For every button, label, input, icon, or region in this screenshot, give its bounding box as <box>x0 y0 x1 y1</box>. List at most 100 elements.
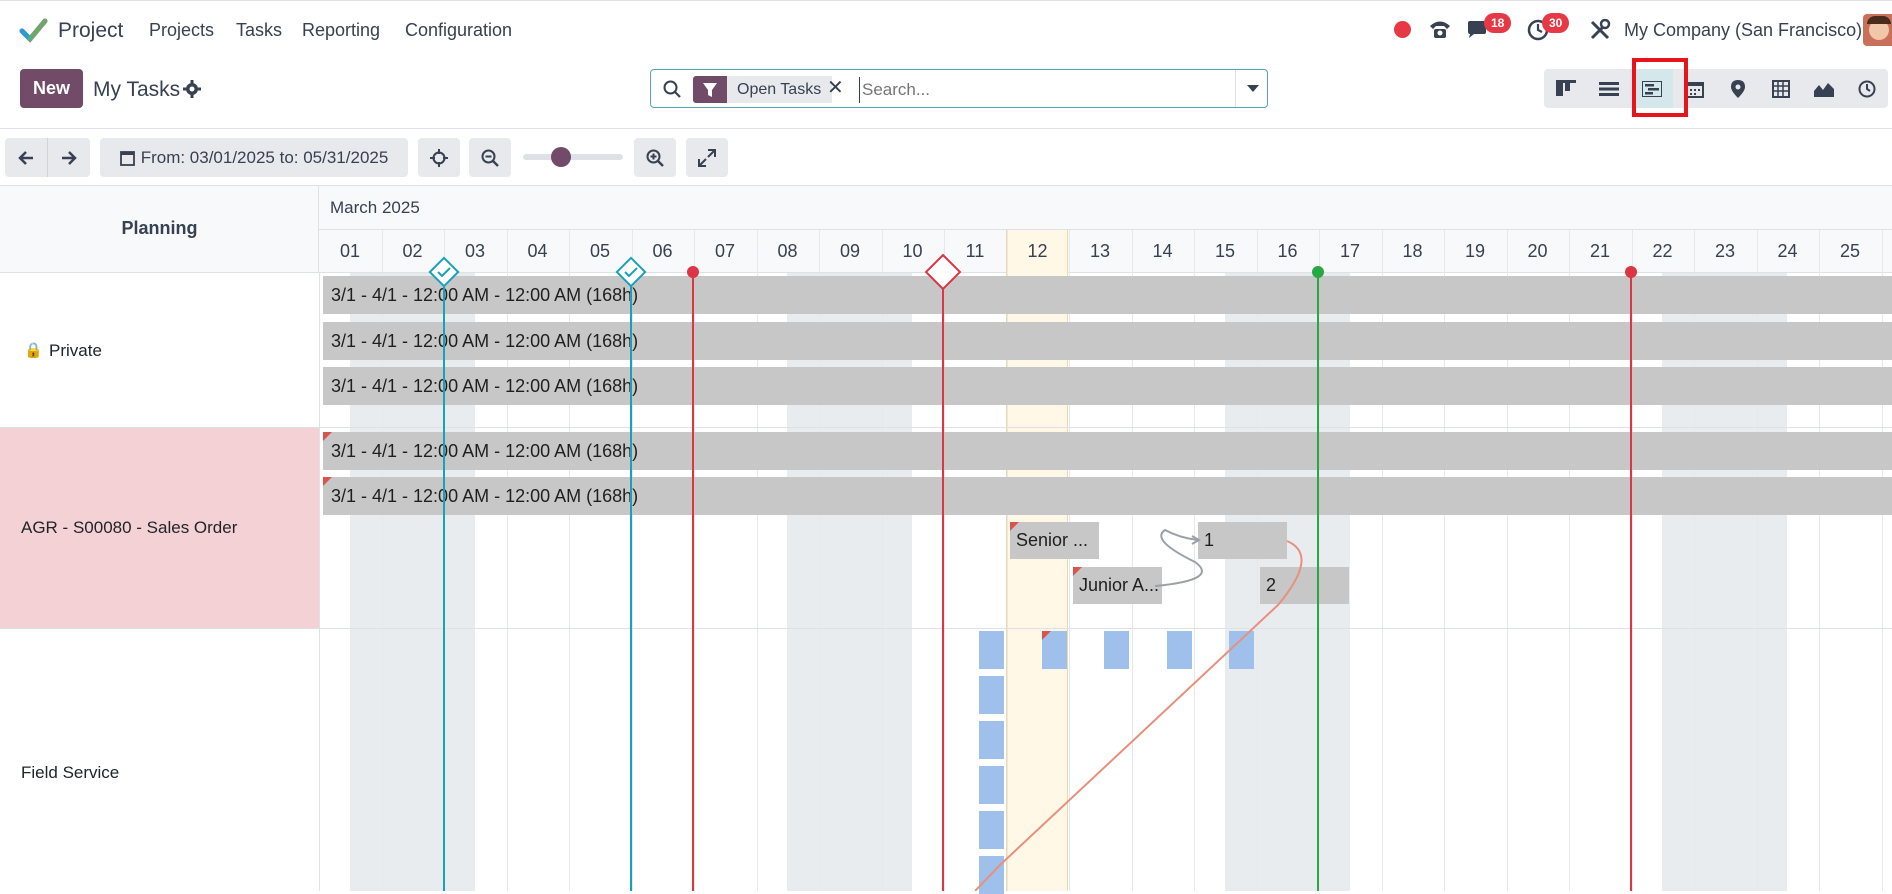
gantt-pill-blue[interactable] <box>1167 631 1192 669</box>
search-input[interactable] <box>859 77 1264 103</box>
app-name[interactable]: Project <box>58 19 123 43</box>
gantt-pill[interactable]: 3/1 - 4/1 - 12:00 AM - 12:00 AM (168h) <box>323 477 1892 515</box>
arrow-right-icon <box>62 150 77 165</box>
graph-view-button[interactable] <box>1802 69 1845 108</box>
map-view-button[interactable] <box>1716 69 1759 108</box>
day-label: 11 <box>965 241 985 261</box>
user-avatar[interactable] <box>1863 14 1892 46</box>
row-label-private: Private <box>49 341 102 360</box>
gantt-pill[interactable]: 3/1 - 4/1 - 12:00 AM - 12:00 AM (168h) <box>323 367 1892 405</box>
tools-icon[interactable] <box>1589 18 1611 46</box>
gantt-pill-2[interactable]: 2 <box>1260 567 1349 604</box>
zoom-slider[interactable] <box>523 147 623 167</box>
menu-reporting[interactable]: Reporting <box>302 20 380 41</box>
list-icon <box>1598 81 1619 96</box>
day-label: 22 <box>1652 241 1673 261</box>
zoom-out-icon <box>481 149 499 167</box>
gantt-pill-blue[interactable] <box>979 766 1004 804</box>
weekend-shade <box>350 273 475 891</box>
gantt-pill-blue[interactable] <box>979 811 1004 849</box>
date-nav-group <box>5 138 90 177</box>
day-label: 23 <box>1714 241 1736 261</box>
top-navbar: Project Projects Tasks Reporting Configu… <box>0 0 1892 61</box>
day-label: 20 <box>1527 241 1548 261</box>
gantt-pill-blue[interactable] <box>979 631 1004 669</box>
zoom-out-button[interactable] <box>469 138 511 177</box>
gear-icon[interactable] <box>183 80 201 103</box>
day-label: 02 <box>402 241 423 261</box>
control-panel-border <box>0 128 1892 129</box>
day-label: 09 <box>839 241 861 261</box>
calendar-icon <box>119 150 135 166</box>
day-label: 14 <box>1152 241 1173 261</box>
weekend-shade <box>787 273 912 891</box>
app-logo-icon[interactable] <box>18 15 48 45</box>
phone-icon[interactable] <box>1428 18 1452 45</box>
search-bar[interactable]: Open Tasks ✕ <box>650 69 1268 108</box>
gantt-pill-senior[interactable]: Senior ... <box>1010 522 1099 559</box>
activities-badge: 30 <box>1542 13 1570 33</box>
gantt-pill[interactable]: 3/1 - 4/1 - 12:00 AM - 12:00 AM (168h) <box>323 276 1892 314</box>
weekend-shade <box>1662 273 1787 891</box>
day-label: 12 <box>1027 241 1048 261</box>
next-button[interactable] <box>48 138 90 177</box>
focus-today-button[interactable] <box>418 138 460 177</box>
search-dropdown-toggle[interactable] <box>1235 70 1269 107</box>
menu-configuration[interactable]: Configuration <box>405 20 512 41</box>
recording-dot-icon[interactable] <box>1394 21 1411 38</box>
zoom-in-button[interactable] <box>634 138 676 177</box>
kanban-view-button[interactable] <box>1544 69 1587 108</box>
menu-projects[interactable]: Projects <box>149 20 214 41</box>
expand-button[interactable] <box>686 138 728 177</box>
previous-button[interactable] <box>5 138 48 177</box>
new-button[interactable]: New <box>20 69 83 108</box>
activity-view-button[interactable] <box>1845 69 1888 108</box>
row-label-sales-order: AGR - S00080 - Sales Order <box>21 518 238 537</box>
list-view-button[interactable] <box>1587 69 1630 108</box>
day-label: 19 <box>1464 241 1486 261</box>
zoom-in-icon <box>646 149 664 167</box>
gantt-header-left: Planning <box>0 186 319 273</box>
day-label: 04 <box>527 241 548 261</box>
date-range-label: From: 03/01/2025 to: 05/31/2025 <box>140 147 389 167</box>
date-range-button[interactable]: From: 03/01/2025 to: 05/31/2025 <box>100 138 408 177</box>
gantt-pill-blue[interactable] <box>1229 631 1254 669</box>
gantt-pill-blue[interactable] <box>1104 631 1129 669</box>
day-label: 10 <box>902 241 923 261</box>
search-icon <box>663 80 681 103</box>
view-switcher <box>1544 69 1888 108</box>
gantt-pill-junior[interactable]: Junior A... <box>1073 567 1162 604</box>
day-label: 25 <box>1839 241 1861 261</box>
facet-open-tasks: Open Tasks <box>727 76 832 103</box>
planning-header: Planning <box>121 218 198 238</box>
warning-corner <box>323 432 332 441</box>
map-pin-icon <box>1730 79 1745 98</box>
arrow-left-icon <box>18 150 33 165</box>
remove-facet-icon[interactable]: ✕ <box>827 75 844 100</box>
pivot-view-button[interactable] <box>1759 69 1802 108</box>
gantt-pill-blue[interactable] <box>979 856 1004 894</box>
gantt-pill-blue[interactable] <box>979 721 1004 759</box>
day-label: 01 <box>339 241 361 261</box>
gantt-pill-blue[interactable] <box>979 676 1004 714</box>
filter-icon <box>693 76 727 103</box>
menu-tasks[interactable]: Tasks <box>236 20 282 41</box>
highlight-gantt-view <box>1632 58 1688 117</box>
day-label: 15 <box>1214 241 1236 261</box>
zoom-slider-thumb[interactable] <box>551 147 571 167</box>
pivot-icon <box>1771 79 1790 98</box>
expand-icon <box>698 148 716 167</box>
company-switcher[interactable]: My Company (San Francisco) <box>1624 20 1862 41</box>
warning-corner <box>1073 567 1082 576</box>
gantt-pill[interactable]: 3/1 - 4/1 - 12:00 AM - 12:00 AM (168h) <box>323 322 1892 360</box>
kanban-icon <box>1555 79 1576 96</box>
warning-corner <box>323 477 332 486</box>
gantt-pill-1[interactable]: 1 <box>1198 522 1287 559</box>
top-border <box>0 0 1892 1</box>
warning-corner <box>1010 522 1019 531</box>
day-label: 05 <box>589 241 611 261</box>
day-label: 03 <box>464 241 486 261</box>
gantt-pill[interactable]: 3/1 - 4/1 - 12:00 AM - 12:00 AM (168h) <box>323 432 1892 470</box>
facet-label: Open Tasks <box>737 81 822 98</box>
row-field-service: Field Service <box>0 629 319 891</box>
